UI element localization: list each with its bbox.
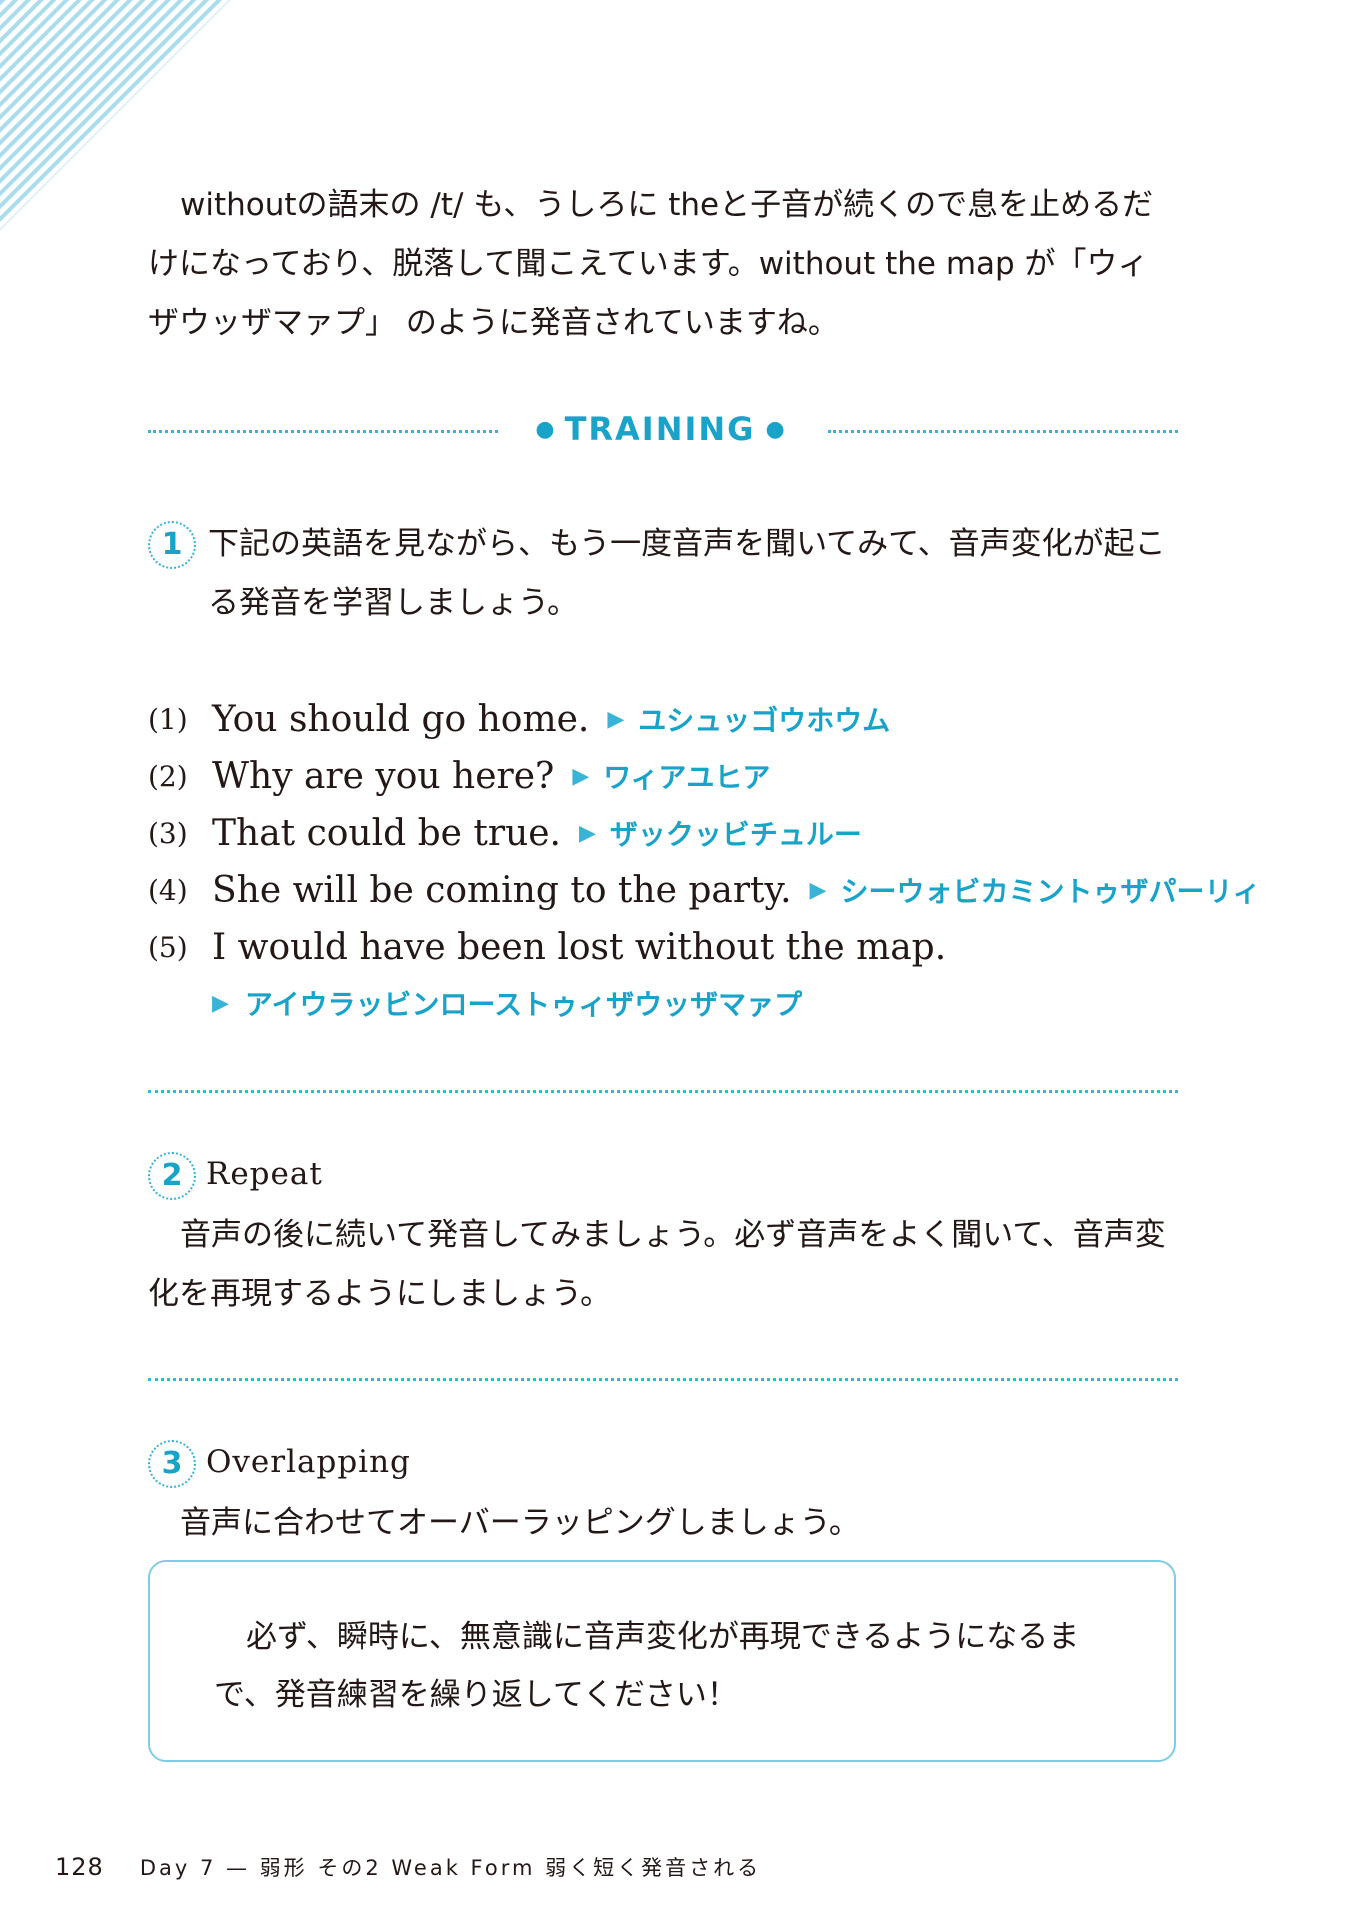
play-triangle-icon: ▶ <box>572 763 590 789</box>
training-rule-left <box>148 430 498 433</box>
section2-text: 音声の後に続いて発音してみましょう。必ず音声をよく聞いて、音声変化を再現するよう… <box>148 1217 1166 1312</box>
section2-title: Repeat <box>206 1156 323 1192</box>
note-text: 必ず、瞬時に、無意識に音声変化が再現できるようになるまで、発音練習を繰り返してく… <box>214 1619 1080 1713</box>
list-item: (5) I would have been lost without the m… <box>148 926 947 968</box>
note-box: 必ず、瞬時に、無意識に音声変化が再現できるようになるまで、発音練習を繰り返してく… <box>148 1560 1176 1762</box>
intro-paragraph: withoutの語末の /t/ も、うしろに theと子音が続くので息を止めるだ… <box>148 187 1154 341</box>
section3-title: Overlapping <box>206 1444 411 1480</box>
list-item: (4) She will be coming to the party. ▶ シ… <box>148 869 1261 911</box>
section3-text: 音声に合わせてオーバーラッピングしましょう。 <box>180 1505 860 1541</box>
list-item: (3) That could be true. ▶ ザックッビチュルー <box>148 812 862 854</box>
list-item: (2) Why are you here? ▶ ワィアユヒア <box>148 755 771 797</box>
section1-instruction: 下記の英語を見ながら、もう一度音声を聞いてみて、音声変化が起こる発音を学習しまし… <box>208 526 1166 621</box>
training-heading: ● TRAINING ● <box>535 410 785 448</box>
play-triangle-icon: ▶ <box>809 877 827 903</box>
bullet-icon: ● <box>765 416 785 442</box>
section-divider <box>148 1090 1178 1093</box>
list-item-reading: ▶ アイウラッビンローストゥィザウッザマァプ <box>212 988 803 1021</box>
section-number-badge: 2 <box>148 1152 196 1200</box>
training-rule-right <box>828 430 1178 433</box>
section-number-badge: 3 <box>148 1440 196 1488</box>
list-item: (1) You should go home. ▶ ユシュッゴウホウム <box>148 698 891 740</box>
running-head: Day 7 — 弱形 その2 Weak Form 弱く短く発音される <box>139 1856 762 1880</box>
section-number-badge: 1 <box>148 521 196 569</box>
bullet-icon: ● <box>535 416 555 442</box>
play-triangle-icon: ▶ <box>212 990 229 1016</box>
page-footer: 128 Day 7 — 弱形 その2 Weak Form 弱く短く発音される <box>55 1852 761 1882</box>
page-number: 128 <box>55 1853 104 1881</box>
play-triangle-icon: ▶ <box>579 820 596 846</box>
section-divider <box>148 1378 1178 1381</box>
play-triangle-icon: ▶ <box>607 706 625 732</box>
